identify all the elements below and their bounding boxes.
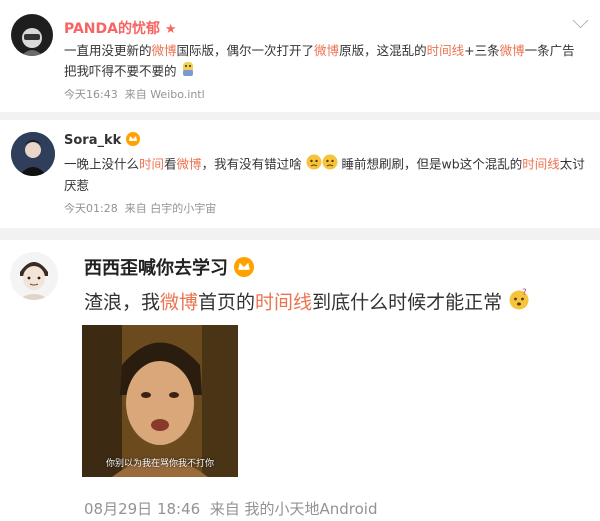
text-segment: 一直用没更新的	[64, 43, 152, 58]
text-segment: 原版，这混乱的	[339, 43, 427, 58]
timestamp: 今天01:28	[64, 202, 118, 215]
crown-badge-icon	[234, 257, 255, 282]
crown-badge-icon	[125, 132, 140, 150]
post-text: 渣浪，我微博首页的时间线到底什么时候才能正常 ?	[84, 288, 596, 318]
avatar-sora[interactable]	[11, 132, 55, 176]
highlight-keyword[interactable]: 微博	[177, 157, 202, 172]
highlight-keyword[interactable]: 时间线	[255, 292, 312, 314]
username[interactable]: 西西歪喊你去学习	[84, 254, 255, 282]
post-image[interactable]: 你别以为我在骂你我不打你	[82, 325, 238, 477]
text-segment: 看	[164, 156, 177, 172]
username[interactable]: Sora_kk	[64, 132, 140, 150]
text-segment: 渣浪，我	[84, 291, 161, 314]
avatar-panda[interactable]	[11, 14, 53, 56]
star-badge-icon: ★	[164, 22, 177, 37]
text-segment: 国际版，偶尔一次打开了	[176, 43, 315, 58]
post-3: 西西歪喊你去学习 渣浪，我微博首页的时间线到底什么时候才能正常 ? 你别以为我在…	[0, 240, 600, 521]
divider	[0, 228, 600, 240]
image-caption: 你别以为我在骂你我不打你	[105, 459, 214, 469]
scared-emoji-icon	[181, 61, 195, 83]
highlight-keyword[interactable]: 微博	[500, 43, 525, 58]
source-label[interactable]: 来自 我的小天地Android	[210, 500, 378, 518]
post-meta: 08月29日 18:46 来自 我的小天地Android	[84, 498, 377, 519]
post-meta: 今天01:28 来自 白宇的小宇宙	[64, 200, 216, 216]
text-segment: 睡前想刷刷，但是wb这个混乱的	[341, 156, 523, 172]
timestamp: 08月29日 18:46	[84, 500, 201, 518]
post-1: PANDA的忧郁 ★ 一直用没更新的微博国际版，偶尔一次打开了微博原版，这混乱的…	[0, 0, 600, 112]
text-segment: 一晚上没什么	[64, 156, 140, 172]
text-segment: +三条	[464, 43, 500, 58]
post-meta: 今天16:43 来自 Weibo.intl	[64, 86, 205, 102]
highlight-keyword[interactable]: 时间线	[522, 157, 560, 172]
highlight-keyword[interactable]: 时间	[139, 157, 164, 172]
post-text: 一晚上没什么时间看微博，我有没有错过啥 睡前想刷刷，但是wb这个混乱的时间线太讨…	[64, 154, 592, 196]
thinking-emoji-icon: ?	[508, 288, 530, 318]
post-text: 一直用没更新的微博国际版，偶尔一次打开了微博原版，这混乱的时间线+三条微博一条广…	[64, 41, 589, 83]
worried-emoji-icon	[322, 154, 338, 176]
highlight-keyword[interactable]: 微博	[160, 292, 198, 314]
worried-emoji-icon	[306, 154, 322, 176]
text-segment: 首页的	[198, 291, 256, 314]
highlight-keyword[interactable]: 时间线	[427, 43, 465, 58]
divider	[0, 112, 600, 120]
chevron-down-icon[interactable]	[572, 12, 589, 29]
highlight-keyword[interactable]: 微博	[152, 43, 177, 58]
text-segment: ，我有没有错过啥	[201, 156, 302, 172]
text-segment: 把我吓得不要不要的	[64, 63, 177, 79]
text-segment: 一条广告	[524, 43, 575, 58]
source-label[interactable]: 来自 Weibo.intl	[125, 88, 205, 101]
text-segment: 到底什么时候才能正常	[312, 291, 503, 314]
timestamp: 今天16:43	[64, 88, 118, 101]
highlight-keyword[interactable]: 微博	[314, 43, 339, 58]
source-label[interactable]: 来自 白宇的小宇宙	[125, 202, 217, 215]
svg-text:?: ?	[522, 288, 527, 298]
avatar-xixi[interactable]	[10, 252, 58, 300]
username[interactable]: PANDA的忧郁 ★	[64, 18, 177, 38]
post-2: Sora_kk 一晚上没什么时间看微博，我有没有错过啥 睡前想刷刷，但是wb这个…	[0, 120, 600, 228]
